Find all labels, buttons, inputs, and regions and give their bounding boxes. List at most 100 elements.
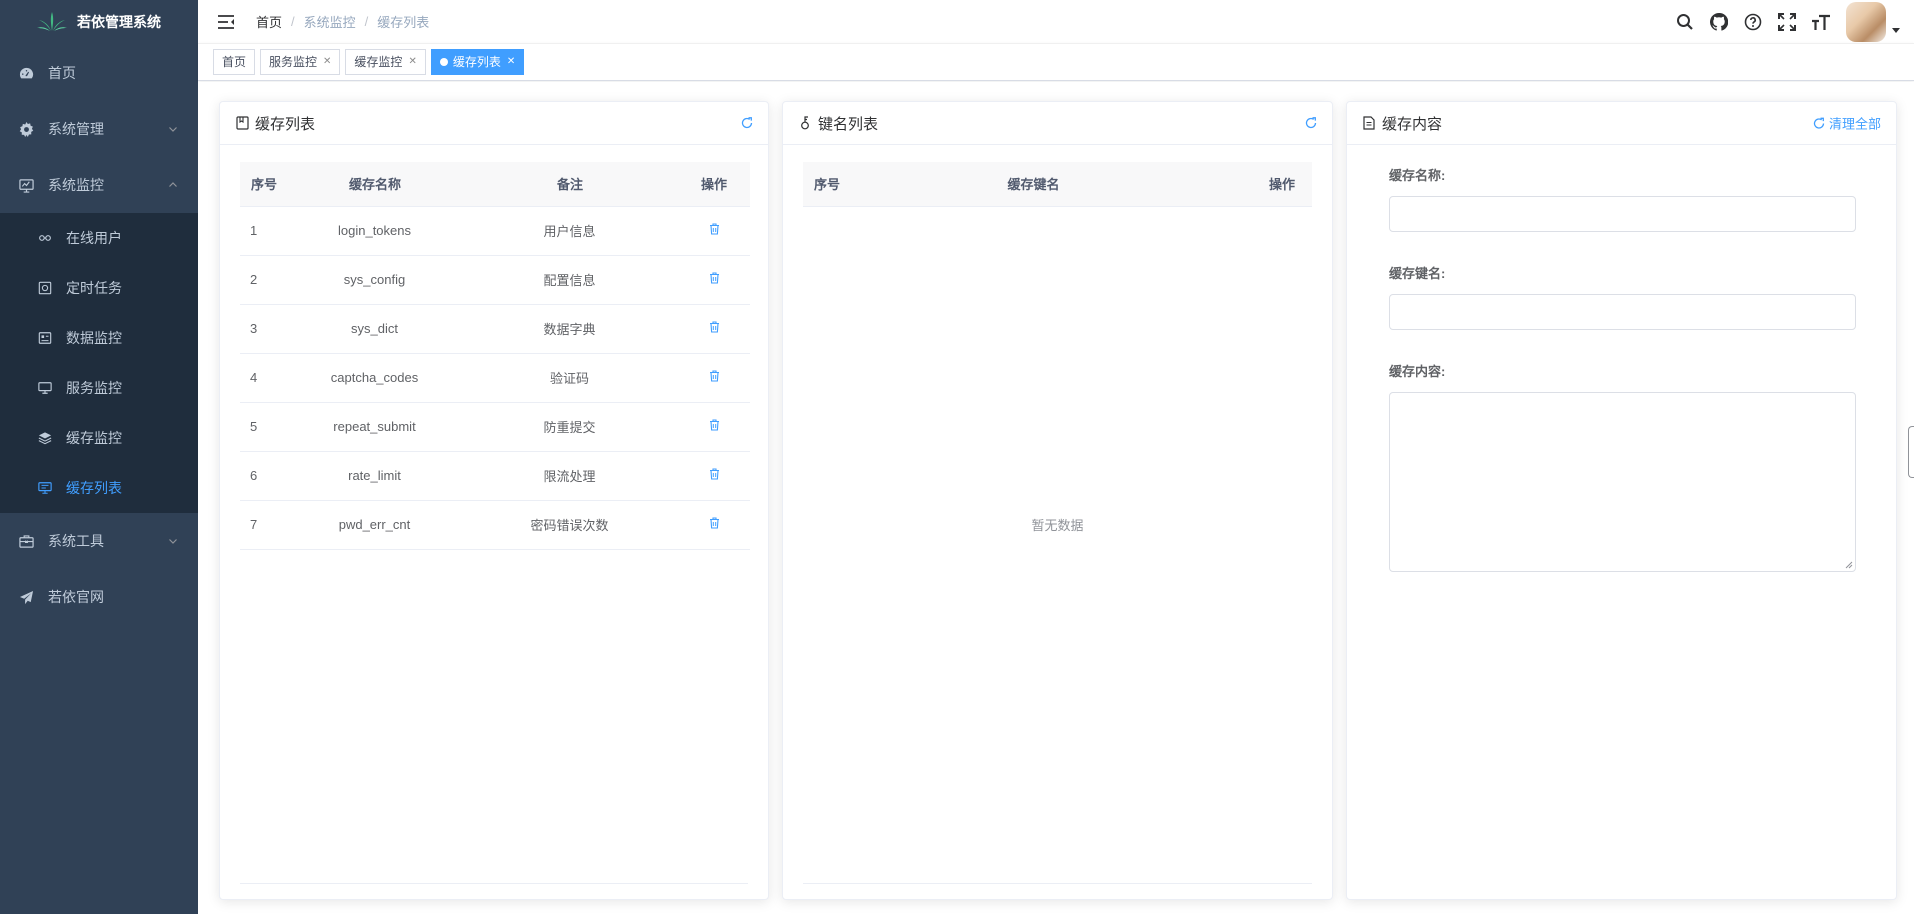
dashboard-icon [18, 65, 34, 81]
logo-icon [37, 11, 67, 33]
sidebar-item-website[interactable]: 若依官网 [0, 569, 198, 625]
column-header: 缓存名称 [288, 162, 462, 207]
sidebar-item-label: 缓存列表 [66, 480, 122, 496]
book-icon [236, 116, 250, 130]
table-row[interactable]: 2 sys_config 配置信息 [240, 255, 750, 305]
tag-cache-monitor[interactable]: 缓存监控 ✕ [345, 49, 426, 75]
fullscreen-button[interactable] [1770, 0, 1804, 43]
refresh-icon [741, 117, 753, 129]
hamburger-button[interactable] [212, 8, 240, 36]
logo[interactable]: 若依管理系统 [0, 0, 198, 43]
avatar-dropdown[interactable] [1846, 1, 1900, 42]
column-header: 序号 [803, 162, 851, 207]
table-row[interactable]: 3 sys_dict 数据字典 [240, 304, 750, 354]
sidebar-item-tools[interactable]: 系统工具 [0, 513, 198, 569]
sidebar-item-online-users[interactable]: 在线用户 [0, 213, 198, 263]
sidebar-item-home[interactable]: 首页 [0, 45, 198, 101]
cell-cache-name: sys_dict [288, 304, 462, 354]
cell-cache-name: captcha_codes [288, 353, 462, 403]
cell-remark: 用户信息 [462, 206, 678, 256]
breadcrumb-home[interactable]: 首页 [256, 12, 282, 31]
sidebar-item-cache-list[interactable]: 缓存列表 [0, 463, 198, 513]
sidebar-item-data-monitor[interactable]: 数据监控 [0, 313, 198, 363]
cell-cache-name: rate_limit [288, 451, 462, 501]
column-header: 操作 [678, 162, 750, 207]
sidebar-item-label: 若依官网 [48, 589, 104, 605]
delete-icon[interactable] [709, 468, 720, 480]
card-header: 缓存列表 [220, 102, 768, 145]
cache-key-label: 缓存键名: [1389, 266, 1446, 281]
clear-all-button[interactable]: 清理全部 [1813, 114, 1881, 133]
tag-cache-list[interactable]: 缓存列表 ✕ [430, 49, 525, 75]
settings-drawer-handle[interactable] [1908, 426, 1914, 478]
chevron-up-icon [168, 180, 178, 190]
cell-actions [678, 402, 750, 452]
chevron-down-icon [168, 536, 178, 546]
delete-icon[interactable] [709, 223, 720, 235]
cell-remark: 密码错误次数 [462, 500, 678, 550]
github-button[interactable] [1702, 0, 1736, 43]
font-size-icon [1811, 13, 1831, 31]
key-list-card: 键名列表 序号 缓存键名 操作 暂无数据 [782, 101, 1333, 900]
cache-content-card: 缓存内容 清理全部 缓存名称: 缓存键名: 缓存内容: [1346, 101, 1897, 900]
column-header: 缓存键名 [851, 162, 1216, 207]
close-icon[interactable]: ✕ [408, 50, 416, 74]
sidebar-item-label: 在线用户 [66, 230, 122, 246]
paper-plane-icon [18, 589, 34, 605]
sidebar-item-label: 缓存监控 [66, 430, 122, 446]
card-title: 键名列表 [818, 115, 879, 133]
table-row[interactable]: 1 login_tokens 用户信息 [240, 206, 750, 256]
avatar [1846, 1, 1886, 42]
cache-name-field[interactable] [1389, 196, 1856, 232]
table-row[interactable]: 6 rate_limit 限流处理 [240, 451, 750, 501]
sidebar-item-monitor[interactable]: 系统监控 [0, 157, 198, 213]
sidebar-item-label: 首页 [48, 65, 76, 81]
key-table: 序号 缓存键名 操作 暂无数据 [803, 162, 1312, 884]
tag-label: 缓存列表 [452, 55, 501, 69]
close-icon[interactable]: ✕ [323, 50, 331, 74]
refresh-icon [1305, 117, 1317, 129]
active-dot-icon [439, 58, 448, 66]
cache-table: 序号 缓存名称 备注 操作 1 login_tokens 用户信息 2 sys_conf… [240, 162, 750, 884]
table-row[interactable]: 5 repeat_submit 防重提交 [240, 402, 750, 452]
delete-icon[interactable] [709, 517, 720, 529]
cell-cache-name: sys_config [288, 255, 462, 305]
cache-form: 缓存名称: 缓存键名: 缓存内容: [1347, 145, 1896, 572]
sidebar-item-cache-monitor[interactable]: 缓存监控 [0, 413, 198, 463]
cell-index: 6 [240, 451, 288, 501]
delete-icon[interactable] [709, 321, 720, 333]
table-row[interactable]: 4 captcha_codes 验证码 [240, 353, 750, 403]
job-icon [38, 281, 52, 295]
cell-actions [678, 206, 750, 256]
font-size-button[interactable] [1804, 0, 1838, 43]
cell-remark: 限流处理 [462, 451, 678, 501]
breadcrumb-current: 缓存列表 [377, 15, 430, 30]
refresh-cache-names-button[interactable] [741, 117, 753, 129]
help-button[interactable] [1736, 0, 1770, 43]
sidebar-item-system[interactable]: 系统管理 [0, 101, 198, 157]
delete-icon[interactable] [709, 419, 720, 431]
sidebar-item-jobs[interactable]: 定时任务 [0, 263, 198, 313]
resize-handle-icon[interactable] [1845, 561, 1853, 569]
table-row[interactable]: 7 pwd_err_cnt 密码错误次数 [240, 500, 750, 550]
tags-view: 首页 服务监控 ✕ 缓存监控 ✕ 缓存列表 ✕ [198, 43, 1914, 81]
redis-list-icon [38, 481, 52, 495]
cell-cache-name: login_tokens [288, 206, 462, 256]
sidebar-item-server-monitor[interactable]: 服务监控 [0, 363, 198, 413]
online-icon [38, 231, 52, 245]
navbar: 首页 / 系统监控 / 缓存列表 [198, 0, 1914, 43]
refresh-keys-button[interactable] [1305, 117, 1317, 129]
cache-name-label: 缓存名称: [1389, 168, 1446, 183]
delete-icon[interactable] [709, 370, 720, 382]
tag-server-monitor[interactable]: 服务监控 ✕ [260, 49, 341, 75]
search-button[interactable] [1668, 0, 1702, 43]
cache-value-textarea[interactable] [1389, 392, 1856, 572]
main-content: 缓存列表 序号 缓存名称 备注 操作 1 login_tokens 用户信息 2… [198, 82, 1914, 914]
toolbox-icon [18, 533, 34, 549]
tag-home[interactable]: 首页 [213, 49, 256, 75]
close-icon[interactable]: ✕ [507, 50, 515, 74]
question-circle-icon [1744, 13, 1762, 31]
cache-key-field[interactable] [1389, 294, 1856, 330]
delete-icon[interactable] [709, 272, 720, 284]
redis-icon [38, 431, 52, 445]
